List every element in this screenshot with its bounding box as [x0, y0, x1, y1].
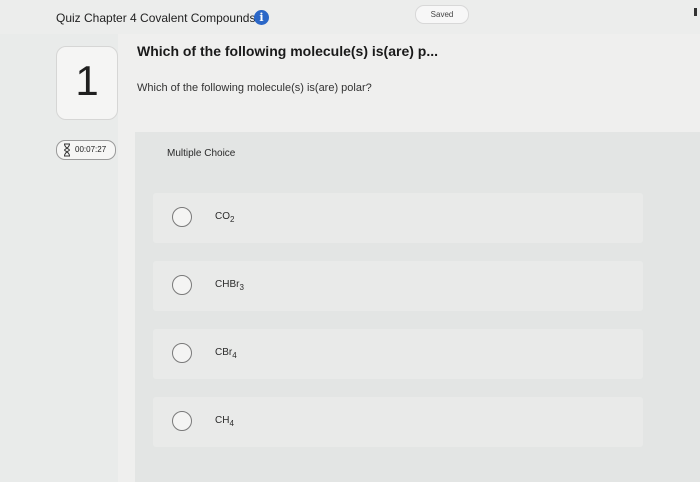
radio-button[interactable] [172, 275, 192, 295]
option-label: CBr4 [215, 347, 237, 360]
question-heading: Which of the following molecule(s) is(ar… [137, 43, 439, 59]
question-text: Which of the following molecule(s) is(ar… [137, 82, 372, 94]
answer-option-co2[interactable]: CO2 [153, 193, 643, 243]
question-number: 1 [75, 57, 99, 104]
header-bar: Quiz Chapter 4 Covalent Compounds i Save… [0, 0, 700, 34]
answer-option-chbr3[interactable]: CHBr3 [153, 261, 643, 311]
hourglass-icon [63, 143, 71, 157]
option-label: CO2 [215, 211, 235, 224]
question-number-box: 1 [56, 46, 118, 120]
option-label: CH4 [215, 415, 234, 428]
radio-button[interactable] [172, 411, 192, 431]
question-type-label: Multiple Choice [167, 148, 236, 159]
saved-status-badge: Saved [415, 5, 469, 24]
quiz-title: Quiz Chapter 4 Covalent Compounds [56, 11, 256, 25]
answer-option-cbr4[interactable]: CBr4 [153, 329, 643, 379]
radio-button[interactable] [172, 207, 192, 227]
answer-option-ch4[interactable]: CH4 [153, 397, 643, 447]
option-label: CHBr3 [215, 279, 244, 292]
window-edge-mark [694, 8, 697, 16]
timer-value: 00:07:27 [75, 145, 107, 154]
radio-button[interactable] [172, 343, 192, 363]
info-icon[interactable]: i [254, 10, 269, 25]
timer[interactable]: 00:07:27 [56, 140, 116, 160]
